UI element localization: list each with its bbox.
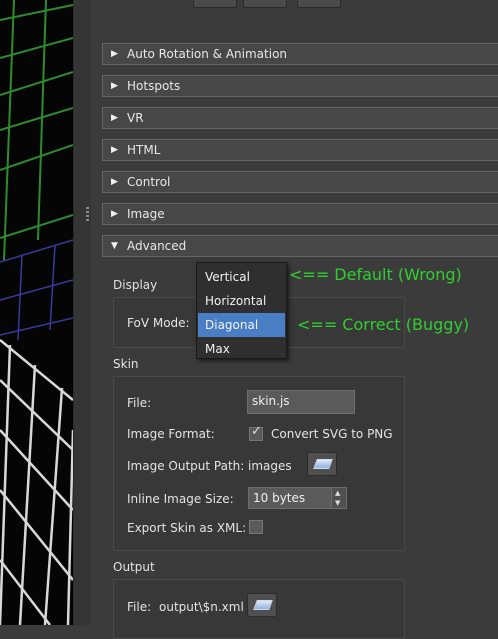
browse-image-path-button[interactable]	[307, 452, 337, 476]
image-output-path-value: images	[248, 459, 292, 473]
fov-mode-dropdown[interactable]: Vertical Horizontal Diagonal Max	[196, 262, 287, 359]
folder-icon	[313, 459, 333, 469]
output-file-label: File:	[127, 600, 152, 614]
section-label: Advanced	[127, 239, 187, 253]
export-xml-checkbox[interactable]	[249, 520, 263, 534]
section-label: Hotspots	[127, 79, 181, 93]
correct-annotation: <== Correct (Buggy)	[297, 315, 470, 334]
skin-file-input[interactable]: skin.js	[247, 390, 355, 414]
inline-image-size-input[interactable]: 10 bytes	[248, 487, 332, 509]
fov-mode-label: FoV Mode:	[127, 316, 190, 330]
inline-image-size-label: Inline Image Size:	[127, 492, 234, 506]
toolbar-button-2[interactable]	[243, 0, 287, 8]
skin-group-label: Skin	[113, 357, 139, 371]
expand-triangle-icon: ▶	[111, 145, 118, 155]
section-advanced[interactable]: ▼ Advanced	[102, 235, 498, 257]
expand-triangle-icon: ▶	[111, 49, 118, 59]
panorama-viewport[interactable]	[0, 0, 73, 625]
folder-icon	[253, 600, 273, 610]
fov-option-horizontal[interactable]: Horizontal	[198, 289, 285, 313]
toolbar-button-1[interactable]	[193, 0, 237, 8]
output-file-value: output\$n.xml	[159, 600, 244, 614]
section-html[interactable]: ▶ HTML	[102, 139, 498, 161]
image-output-path-label: Image Output Path:	[127, 459, 245, 473]
inline-image-size-spinner[interactable]: ▲ ▼	[331, 487, 347, 509]
toolbar-button-3[interactable]	[297, 0, 341, 8]
section-label: Auto Rotation & Animation	[127, 47, 288, 61]
convert-svg-checkbox[interactable]: ✓	[249, 424, 263, 441]
spin-up-icon[interactable]: ▲	[335, 489, 340, 497]
skin-file-label: File:	[127, 396, 152, 410]
expand-triangle-icon: ▶	[111, 209, 118, 219]
section-vr[interactable]: ▶ VR	[102, 107, 498, 129]
section-image[interactable]: ▶ Image	[102, 203, 498, 225]
export-xml-label: Export Skin as XML:	[127, 521, 247, 535]
spin-down-icon[interactable]: ▼	[335, 499, 340, 507]
grid-render	[0, 0, 73, 625]
section-control[interactable]: ▶ Control	[102, 171, 498, 193]
browse-output-file-button[interactable]	[247, 593, 277, 617]
fov-option-max[interactable]: Max	[198, 337, 285, 361]
section-label: VR	[127, 111, 144, 125]
section-label: Image	[127, 207, 165, 221]
section-label: HTML	[127, 143, 161, 157]
section-hotspots[interactable]: ▶ Hotspots	[102, 75, 498, 97]
image-format-label: Image Format:	[127, 427, 215, 441]
panel-splitter[interactable]	[73, 0, 92, 625]
convert-svg-label: Convert SVG to PNG	[271, 427, 393, 441]
expand-triangle-icon: ▶	[111, 177, 118, 187]
expand-triangle-icon: ▶	[111, 113, 118, 123]
default-annotation: <== Default (Wrong)	[289, 265, 462, 284]
collapse-triangle-icon: ▼	[111, 241, 118, 251]
fov-option-vertical[interactable]: Vertical	[198, 265, 285, 289]
display-group-label: Display	[113, 278, 158, 292]
checkmark-icon: ✓	[251, 424, 262, 439]
expand-triangle-icon: ▶	[111, 81, 118, 91]
output-group-label: Output	[113, 560, 155, 574]
splitter-grip-icon[interactable]	[86, 207, 89, 221]
section-auto-rotation[interactable]: ▶ Auto Rotation & Animation	[102, 43, 498, 65]
section-label: Control	[127, 175, 171, 189]
fov-option-diagonal[interactable]: Diagonal	[198, 313, 285, 337]
